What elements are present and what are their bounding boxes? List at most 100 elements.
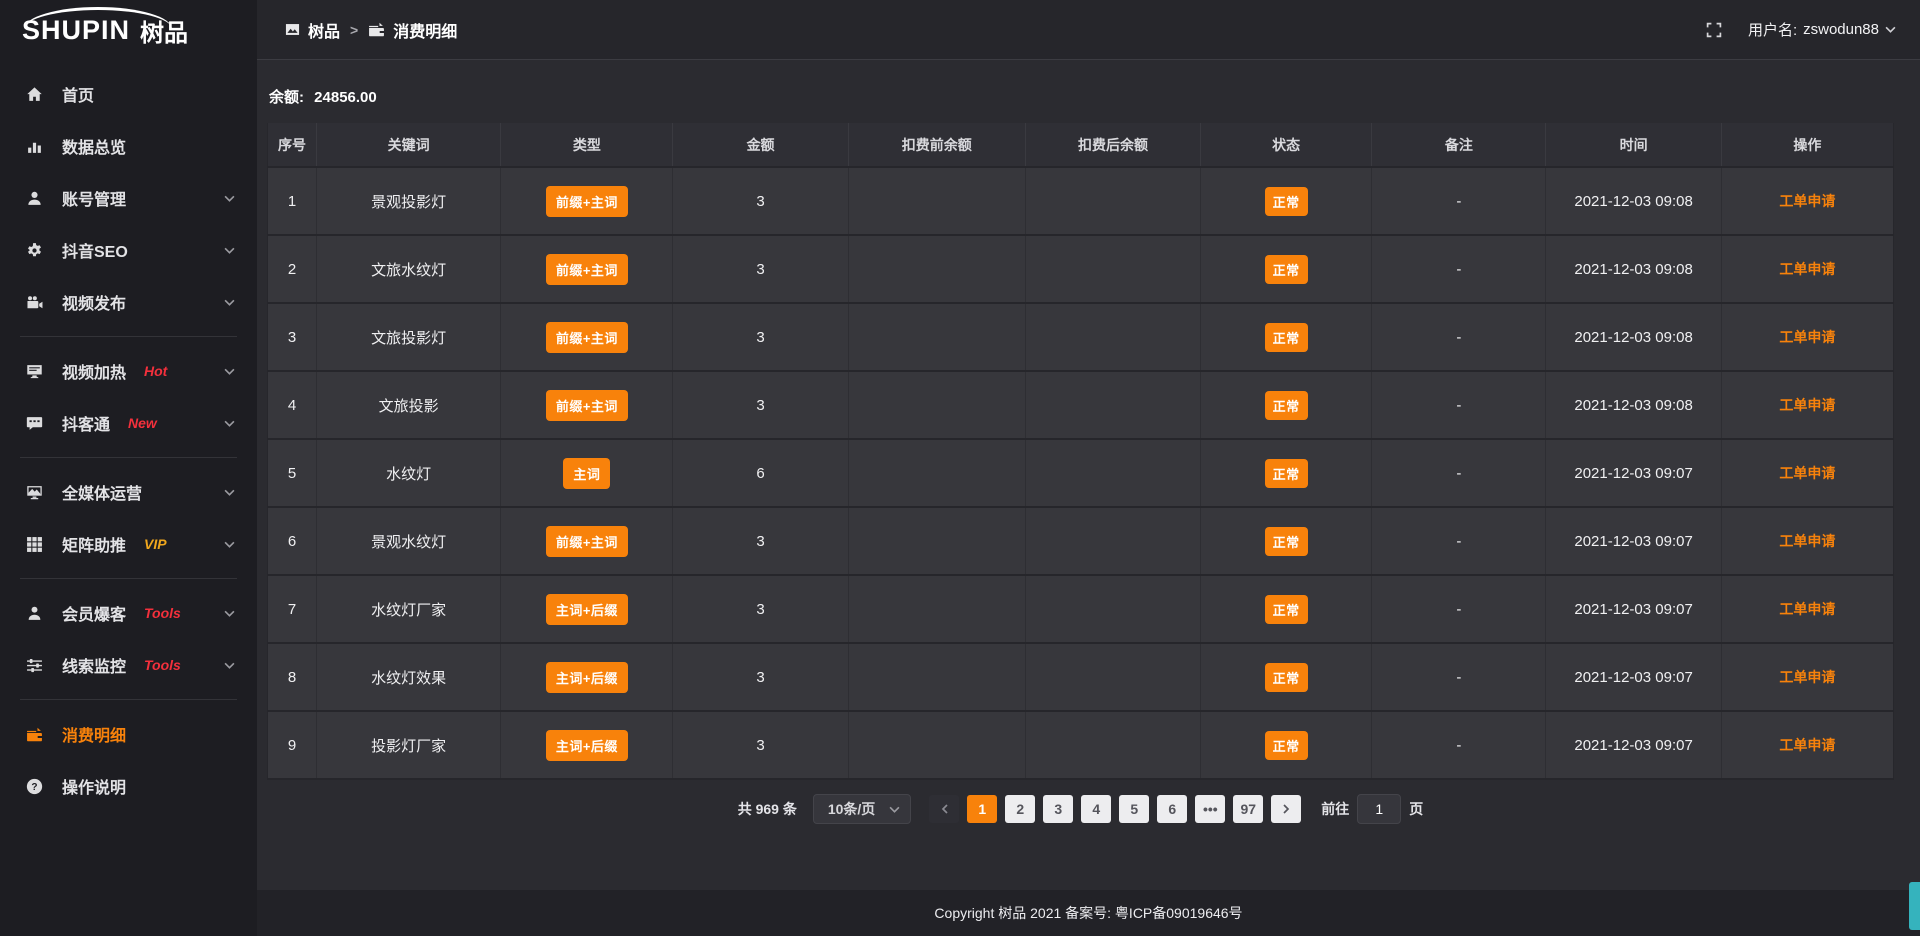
column-header-金额: 金额 bbox=[673, 123, 848, 167]
work-order-link[interactable]: 工单申请 bbox=[1779, 737, 1835, 753]
column-header-时间: 时间 bbox=[1546, 123, 1721, 167]
cell-index: 1 bbox=[268, 167, 317, 235]
sidebar-item-视频加热[interactable]: 视频加热Hot bbox=[0, 345, 257, 397]
sidebar-item-操作说明[interactable]: ? 操作说明 bbox=[0, 760, 257, 812]
sidebar-item-矩阵助推[interactable]: 矩阵助推VIP bbox=[0, 518, 257, 570]
page-button-2[interactable]: 2 bbox=[1005, 795, 1035, 823]
column-header-备注: 备注 bbox=[1372, 123, 1546, 167]
page-ellipsis-button[interactable]: ••• bbox=[1195, 795, 1225, 823]
sidebar-item-数据总览[interactable]: 数据总览 bbox=[0, 120, 257, 172]
breadcrumb-item-current[interactable]: 消费明细 bbox=[368, 18, 457, 42]
cell-balance-after bbox=[1025, 167, 1200, 235]
table-row: 8水纹灯效果主词+后缀3正常-2021-12-03 09:07工单申请 bbox=[268, 643, 1894, 711]
page-size-select[interactable]: 10条/页 bbox=[813, 794, 911, 824]
type-badge: 前缀+主词 bbox=[546, 526, 628, 557]
photo-icon bbox=[285, 22, 300, 37]
work-order-link[interactable]: 工单申请 bbox=[1779, 533, 1835, 549]
sidebar-item-线索监控[interactable]: 线索监控Tools bbox=[0, 639, 257, 691]
cell-type: 主词+后缀 bbox=[501, 643, 673, 711]
cell-amount: 3 bbox=[673, 507, 848, 575]
cell-remark: - bbox=[1372, 643, 1546, 711]
work-order-link[interactable]: 工单申请 bbox=[1779, 465, 1835, 481]
chat-icon bbox=[26, 415, 46, 432]
page-button-97[interactable]: 97 bbox=[1233, 795, 1263, 823]
type-badge: 前缀+主词 bbox=[546, 186, 628, 217]
work-order-link[interactable]: 工单申请 bbox=[1779, 193, 1835, 209]
cell-balance-after bbox=[1025, 711, 1200, 779]
breadcrumb-separator: > bbox=[350, 22, 358, 38]
topbar: 树品 > 消费明细 用户名: zswodun88 bbox=[257, 0, 1920, 60]
cell-remark: - bbox=[1372, 235, 1546, 303]
status-badge: 正常 bbox=[1265, 731, 1308, 760]
home-icon bbox=[26, 86, 46, 103]
sidebar-item-首页[interactable]: 首页 bbox=[0, 68, 257, 120]
jump-page-input[interactable] bbox=[1357, 794, 1401, 824]
cell-keyword: 水纹灯效果 bbox=[317, 643, 501, 711]
wallet-icon bbox=[26, 726, 46, 743]
page-button-3[interactable]: 3 bbox=[1043, 795, 1073, 823]
work-order-link[interactable]: 工单申请 bbox=[1779, 669, 1835, 685]
cell-amount: 3 bbox=[673, 303, 848, 371]
video-camera-icon bbox=[26, 294, 46, 311]
wallet-icon bbox=[368, 21, 385, 38]
svg-text:?: ? bbox=[31, 782, 37, 793]
cell-action: 工单申请 bbox=[1721, 235, 1893, 303]
cell-balance-before bbox=[848, 167, 1025, 235]
cell-balance-after bbox=[1025, 303, 1200, 371]
prev-page-button[interactable] bbox=[929, 795, 959, 823]
page-button-5[interactable]: 5 bbox=[1119, 795, 1149, 823]
sidebar-item-label: 数据总览 bbox=[62, 134, 126, 158]
cell-status: 正常 bbox=[1201, 439, 1372, 507]
cell-balance-after bbox=[1025, 371, 1200, 439]
cell-balance-after bbox=[1025, 507, 1200, 575]
cell-balance-before bbox=[848, 235, 1025, 303]
cell-amount: 6 bbox=[673, 439, 848, 507]
type-badge: 主词 bbox=[563, 458, 610, 489]
sidebar-item-tag: New bbox=[128, 415, 157, 431]
copyright-text: Copyright 树品 2021 备案号: 粤ICP备09019646号 bbox=[934, 903, 1242, 923]
sidebar-item-视频发布[interactable]: 视频发布 bbox=[0, 276, 257, 328]
work-order-link[interactable]: 工单申请 bbox=[1779, 329, 1835, 345]
sidebar-item-消费明细[interactable]: 消费明细 bbox=[0, 708, 257, 760]
sidebar-item-label: 抖客通 bbox=[62, 411, 110, 435]
cell-keyword: 水纹灯厂家 bbox=[317, 575, 501, 643]
chevron-down-icon bbox=[224, 489, 235, 496]
cell-time: 2021-12-03 09:08 bbox=[1546, 303, 1721, 371]
page-button-6[interactable]: 6 bbox=[1157, 795, 1187, 823]
sidebar-item-label: 操作说明 bbox=[62, 774, 126, 798]
status-badge: 正常 bbox=[1265, 391, 1308, 420]
chevron-down-icon bbox=[889, 806, 900, 813]
status-badge: 正常 bbox=[1265, 527, 1308, 556]
breadcrumb-item-home[interactable]: 树品 bbox=[285, 18, 340, 42]
work-order-link[interactable]: 工单申请 bbox=[1779, 601, 1835, 617]
chat-widget-sliver[interactable] bbox=[1909, 882, 1920, 930]
balance-label: 余额: bbox=[269, 89, 304, 106]
page-button-1[interactable]: 1 bbox=[967, 795, 997, 823]
fullscreen-icon[interactable] bbox=[1706, 22, 1722, 38]
work-order-link[interactable]: 工单申请 bbox=[1779, 397, 1835, 413]
cell-keyword: 景观水纹灯 bbox=[317, 507, 501, 575]
sidebar-item-账号管理[interactable]: 账号管理 bbox=[0, 172, 257, 224]
cell-type: 前缀+主词 bbox=[501, 303, 673, 371]
user-menu[interactable]: 用户名: zswodun88 bbox=[1748, 19, 1896, 40]
cell-balance-before bbox=[848, 507, 1025, 575]
work-order-link[interactable]: 工单申请 bbox=[1779, 261, 1835, 277]
sidebar-item-抖客通[interactable]: 抖客通 New bbox=[0, 397, 257, 449]
sidebar-item-会员爆客[interactable]: 会员爆客Tools bbox=[0, 587, 257, 639]
brand-logo[interactable]: SHUPIN 树品 bbox=[0, 0, 257, 60]
cell-type: 主词+后缀 bbox=[501, 711, 673, 779]
cell-index: 9 bbox=[268, 711, 317, 779]
chevron-down-icon bbox=[1885, 26, 1896, 33]
page-button-4[interactable]: 4 bbox=[1081, 795, 1111, 823]
cell-amount: 3 bbox=[673, 643, 848, 711]
chevron-down-icon bbox=[224, 195, 235, 202]
cell-index: 6 bbox=[268, 507, 317, 575]
chevron-down-icon bbox=[224, 420, 235, 427]
sidebar-item-全媒体运营[interactable]: 全媒体运营 bbox=[0, 466, 257, 518]
sidebar-item-label: 视频发布 bbox=[62, 290, 126, 314]
sidebar-item-抖音SEO[interactable]: 抖音SEO bbox=[0, 224, 257, 276]
cell-remark: - bbox=[1372, 575, 1546, 643]
cell-amount: 3 bbox=[673, 167, 848, 235]
page-size-value: 10条/页 bbox=[828, 799, 875, 819]
next-page-button[interactable] bbox=[1271, 795, 1301, 823]
